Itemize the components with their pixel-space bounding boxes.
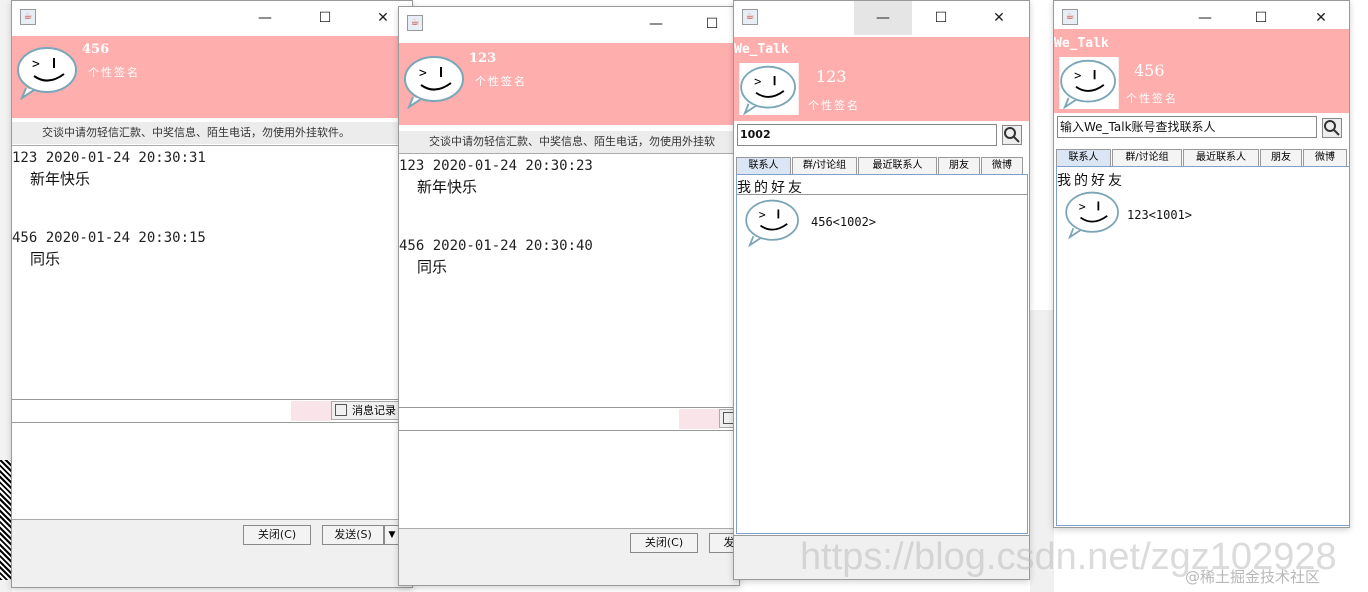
java-app-icon: ☕ [742, 9, 758, 25]
message-text: 同乐 [417, 258, 448, 276]
smiley-avatar-icon: > [738, 63, 800, 116]
profile-header: > 123 个性签名 [399, 43, 739, 125]
chat-toolbar [399, 407, 739, 431]
app-brand: We_Talk [734, 42, 789, 57]
minimize-button[interactable]: — [633, 7, 679, 41]
message-text: 新年快乐 [417, 178, 478, 196]
send-button[interactable]: 发送(S) [322, 525, 384, 545]
close-window-button[interactable]: ✕ [970, 1, 1028, 35]
close-chat-button[interactable]: 关闭(C) [243, 525, 311, 545]
toolbar-highlight [679, 409, 719, 429]
tab-groups[interactable]: 群/讨论组 [792, 157, 857, 174]
svg-text:>: > [419, 66, 427, 81]
minimize-button[interactable]: — [854, 1, 912, 35]
message-text: 同乐 [30, 250, 61, 268]
tab-friends[interactable]: 朋友 [1260, 149, 1302, 166]
title-bar: ☕ — ☐ ✕ [12, 1, 412, 35]
friend-item[interactable]: 123<1001> [1127, 208, 1192, 222]
message-history: 123 2020-01-24 20:30:31 新年快乐 456 2020-01… [12, 145, 412, 400]
magnifier-icon [1004, 127, 1020, 143]
tab-groups[interactable]: 群/讨论组 [1112, 149, 1182, 166]
tab-contacts[interactable]: 联系人 [1056, 149, 1111, 166]
message-history: 123 2020-01-24 20:30:23 新年快乐 456 2020-01… [399, 153, 739, 408]
title-bar: ☕ — ☐ [399, 7, 739, 41]
clock-icon [335, 404, 347, 416]
message-header: 456 2020-01-24 20:30:15 [12, 230, 206, 246]
title-bar: ☕ — ☐ ✕ [734, 1, 1029, 35]
divider [737, 194, 1027, 195]
java-app-icon: ☕ [407, 15, 423, 31]
svg-text:>: > [754, 74, 761, 88]
signature-text: 个性签名 [808, 99, 860, 112]
chat-toolbar: 消息记录 [12, 399, 412, 423]
search-button[interactable] [1002, 125, 1022, 145]
close-chat-button[interactable]: 关闭(C) [630, 533, 698, 553]
search-input[interactable]: 1002 [737, 124, 997, 146]
contact-name: 456 [82, 42, 110, 57]
minimize-button[interactable]: — [242, 1, 288, 35]
toolbar-highlight [291, 401, 331, 421]
contact-name: 123 [469, 51, 497, 66]
message-text: 新年快乐 [30, 170, 91, 188]
main-window-456: ☕ — ☐ ✕ We_Talk > 456 个性签名 输入We_Talk账号查找… [1053, 0, 1350, 528]
maximize-button[interactable]: ☐ [912, 1, 970, 35]
magnifier-icon [1324, 120, 1340, 136]
user-name: 123 [816, 67, 847, 86]
button-bar: 关闭(C) 发 [399, 528, 739, 585]
smiley-avatar-icon: > [1058, 57, 1120, 110]
user-name: 456 [1134, 61, 1165, 80]
contact-tabs: 联系人 群/讨论组 最近联系人 朋友 微博 [1056, 149, 1348, 167]
tab-recent[interactable]: 最近联系人 [858, 157, 937, 174]
java-app-icon: ☕ [1062, 9, 1078, 25]
smiley-avatar-icon: > [16, 44, 80, 101]
svg-text:>: > [1079, 199, 1086, 213]
tab-recent[interactable]: 最近联系人 [1183, 149, 1259, 166]
svg-text:>: > [1074, 68, 1081, 82]
contact-list: 我的好友 > 123<1001> [1056, 166, 1349, 526]
profile-header: We_Talk > 456 个性签名 [1054, 29, 1349, 113]
search-input[interactable]: 输入We_Talk账号查找联系人 [1057, 116, 1317, 138]
message-header: 123 2020-01-24 20:30:23 [399, 158, 593, 174]
friend-avatar-icon[interactable]: > [741, 197, 805, 248]
message-input[interactable] [12, 423, 412, 519]
signature-text: 个性签名 [475, 75, 527, 88]
friend-avatar-icon[interactable]: > [1061, 189, 1125, 240]
message-header: 123 2020-01-24 20:30:31 [12, 150, 206, 166]
signature-text: 个性签名 [1126, 92, 1178, 105]
message-header: 456 2020-01-24 20:30:40 [399, 238, 593, 254]
message-input[interactable] [399, 431, 739, 527]
group-title[interactable]: 我的好友 [1057, 170, 1125, 190]
safety-notice: 交谈中请勿轻信汇款、中奖信息、陌生电话，勿使用外挂软件。 [12, 122, 412, 144]
smiley-avatar-icon: > [403, 53, 467, 110]
tab-weibo[interactable]: 微博 [981, 157, 1023, 174]
button-bar: 关闭(C) 发送(S) ▼ [12, 519, 412, 587]
java-app-icon: ☕ [20, 9, 36, 25]
community-watermark: @稀土掘金技术社区 [1185, 568, 1321, 586]
tab-contacts[interactable]: 联系人 [736, 157, 791, 174]
svg-text:>: > [759, 207, 766, 221]
maximize-button[interactable]: ☐ [689, 7, 735, 41]
main-window-123: ☕ — ☐ ✕ We_Talk > 123 个性签名 1002 联系人 群/讨论… [733, 0, 1030, 580]
tab-friends[interactable]: 朋友 [938, 157, 980, 174]
maximize-button[interactable]: ☐ [302, 1, 348, 35]
chat-window-456: ☕ — ☐ ✕ > 456 个性签名 交谈中请勿轻信汇款、中奖信息、陌生电话，勿… [11, 0, 413, 588]
friend-item[interactable]: 456<1002> [811, 215, 876, 229]
profile-header: We_Talk > 123 个性签名 [734, 37, 1029, 121]
app-brand: We_Talk [1054, 36, 1109, 51]
profile-header: > 456 个性签名 [12, 36, 412, 118]
contact-tabs: 联系人 群/讨论组 最近联系人 朋友 微博 [736, 157, 1028, 175]
record-label: 消息记录 [352, 404, 396, 417]
chat-window-123: ☕ — ☐ > 123 个性签名 交谈中请勿轻信汇款、中奖信息、陌生电话，勿使用… [398, 6, 740, 586]
safety-notice: 交谈中请勿轻信汇款、中奖信息、陌生电话，勿使用外挂软 [399, 131, 739, 153]
svg-text:>: > [32, 57, 40, 72]
signature-text: 个性签名 [88, 66, 140, 79]
contact-list: 我的好友 > 456<1002> [736, 174, 1028, 534]
search-button[interactable] [1322, 118, 1342, 138]
tab-weibo[interactable]: 微博 [1303, 149, 1347, 166]
